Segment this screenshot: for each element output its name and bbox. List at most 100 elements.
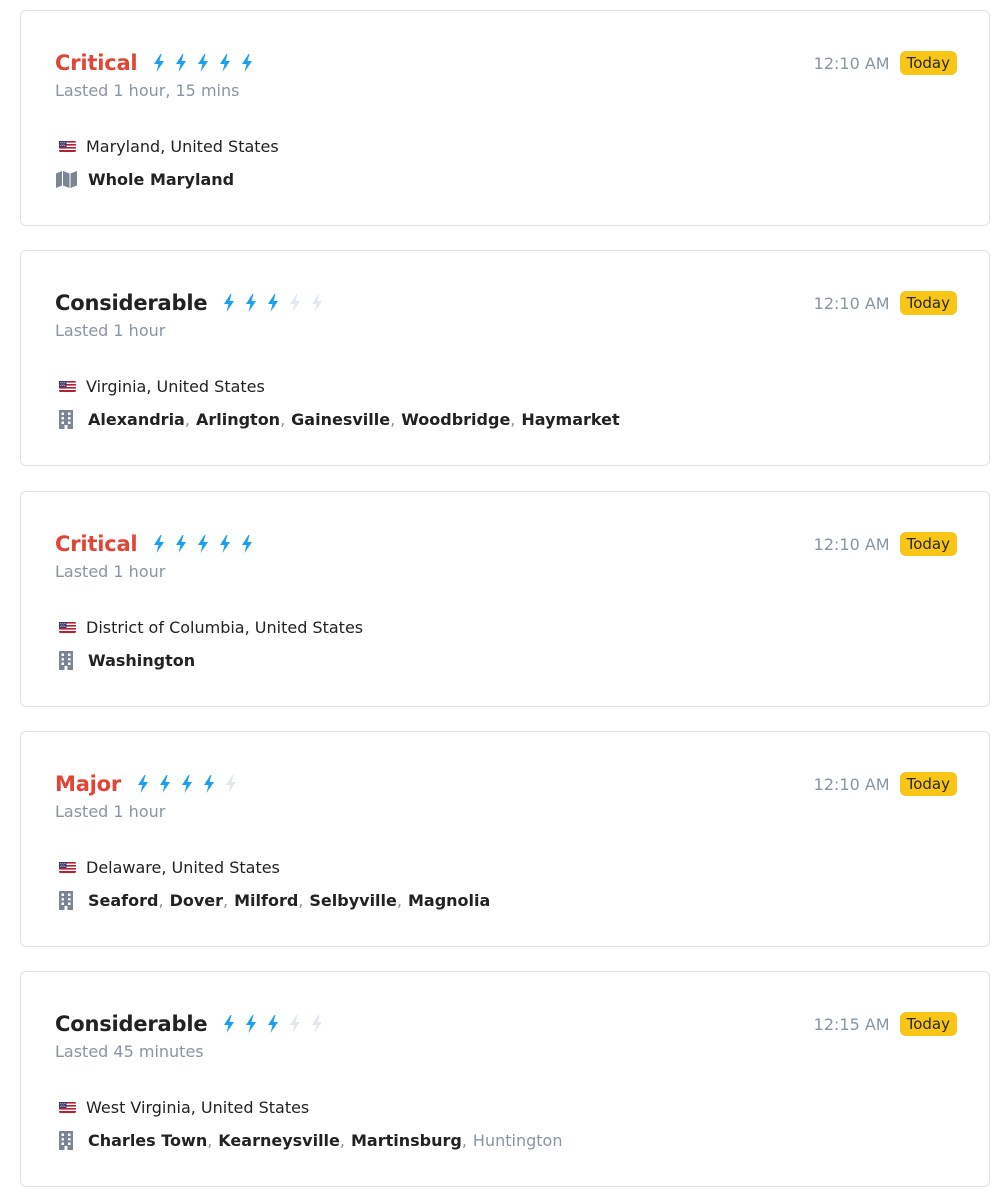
- bolt-filled-icon: [224, 294, 235, 312]
- time-text: 12:10 AM: [813, 534, 890, 554]
- severity-row: Considerable: [55, 288, 333, 318]
- bolt-filled-icon: [138, 775, 149, 793]
- severity-row: Considerable: [55, 1009, 333, 1039]
- region-row: Maryland, United States: [59, 137, 279, 156]
- place-name: Milford: [234, 890, 299, 910]
- place-name: Kearneysville: [218, 1130, 340, 1150]
- today-badge: Today: [899, 1012, 957, 1036]
- alert-card[interactable]: Considerable Lasted 1 hour 12:10 AM Toda…: [20, 250, 990, 466]
- time-row: 12:10 AM Today: [814, 51, 957, 75]
- place-separator: ,: [298, 890, 304, 910]
- place-separator: ,: [339, 1130, 345, 1150]
- bolt-filled-icon: [176, 54, 187, 72]
- places-list: Seaford, Dover, Milford, Selbyville, Magnoli…: [88, 891, 490, 910]
- map-icon: [55, 169, 77, 189]
- place-name: Selbyville: [309, 890, 397, 910]
- alert-card[interactable]: Major Lasted 1 hour 12:10 AM Today Delaw…: [20, 731, 990, 947]
- duration-text: Lasted 45 minutes: [55, 1042, 204, 1061]
- time-row: 12:15 AM Today: [814, 1012, 957, 1036]
- place-name: Huntington: [472, 1130, 563, 1150]
- place-separator: ,: [158, 890, 164, 910]
- building-icon: [55, 890, 77, 910]
- place-name: Seaford: [88, 890, 159, 910]
- time-row: 12:10 AM Today: [814, 532, 957, 556]
- us-flag-icon: [59, 1102, 76, 1113]
- bolt-empty-icon: [312, 294, 323, 312]
- place-name: Washington: [88, 650, 196, 670]
- region-row: Virginia, United States: [59, 377, 265, 396]
- place-separator: ,: [207, 1130, 213, 1150]
- severity-rating: [153, 54, 263, 72]
- place-name: Whole Maryland: [88, 169, 235, 189]
- bolt-filled-icon: [242, 535, 253, 553]
- places-row: Seaford, Dover, Milford, Selbyville, Magnoli…: [55, 890, 490, 910]
- region-text: District of Columbia, United States: [86, 618, 364, 637]
- place-separator: ,: [461, 1130, 467, 1150]
- places-list: Whole Maryland: [88, 170, 234, 189]
- place-separator: ,: [223, 890, 229, 910]
- us-flag-icon: [59, 622, 76, 633]
- place-name: Arlington: [195, 409, 281, 429]
- place-separator: ,: [510, 409, 516, 429]
- today-badge: Today: [899, 51, 957, 75]
- alert-card[interactable]: Considerable Lasted 45 minutes 12:15 AM …: [20, 971, 990, 1187]
- building-icon: [55, 1130, 77, 1150]
- duration-text: Lasted 1 hour: [55, 562, 166, 581]
- severity-rating: [223, 294, 333, 312]
- duration-text: Lasted 1 hour: [55, 802, 166, 821]
- bolt-filled-icon: [220, 54, 231, 72]
- bolt-filled-icon: [176, 535, 187, 553]
- places-row: Washington: [55, 650, 195, 670]
- severity-label: Critical: [55, 532, 138, 556]
- bolt-filled-icon: [268, 294, 279, 312]
- places-row: Whole Maryland: [55, 169, 234, 189]
- place-name: Gainesville: [291, 409, 391, 429]
- place-name: Charles Town: [88, 1130, 208, 1150]
- places-row: Alexandria, Arlington, Gainesville, Woodbri…: [55, 409, 620, 429]
- place-name: Haymarket: [521, 409, 620, 429]
- bolt-filled-icon: [198, 54, 209, 72]
- place-name: Alexandria: [88, 409, 185, 429]
- region-row: West Virginia, United States: [59, 1098, 309, 1117]
- bolt-empty-icon: [226, 775, 237, 793]
- bolt-filled-icon: [160, 775, 171, 793]
- bolt-filled-icon: [154, 535, 165, 553]
- bolt-filled-icon: [224, 1015, 235, 1033]
- region-text: Delaware, United States: [86, 858, 280, 877]
- place-name: Magnolia: [407, 890, 491, 910]
- bolt-filled-icon: [182, 775, 193, 793]
- alert-card[interactable]: Critical Lasted 1 hour, 15 mins 12:10 AM…: [20, 10, 990, 226]
- region-text: Virginia, United States: [86, 377, 265, 396]
- bolt-filled-icon: [246, 294, 257, 312]
- building-icon: [55, 650, 77, 670]
- time-text: 12:15 AM: [813, 1014, 890, 1034]
- alert-card[interactable]: Critical Lasted 1 hour 12:10 AM Today Di…: [20, 491, 990, 707]
- place-name: Dover: [169, 890, 224, 910]
- places-list: Washington: [88, 651, 195, 670]
- bolt-filled-icon: [242, 54, 253, 72]
- bolt-filled-icon: [268, 1015, 279, 1033]
- duration-text: Lasted 1 hour: [55, 321, 166, 340]
- place-name: Martinsburg: [350, 1130, 462, 1150]
- region-row: District of Columbia, United States: [59, 618, 363, 637]
- severity-label: Critical: [55, 51, 138, 75]
- severity-rating: [223, 1015, 333, 1033]
- place-name: Woodbridge: [401, 409, 511, 429]
- severity-rating: [137, 775, 247, 793]
- places-list: Charles Town, Kearneysville, Martinsburg, H…: [88, 1131, 562, 1150]
- duration-text: Lasted 1 hour, 15 mins: [55, 81, 240, 100]
- bolt-filled-icon: [246, 1015, 257, 1033]
- us-flag-icon: [59, 862, 76, 873]
- bolt-filled-icon: [220, 535, 231, 553]
- region-row: Delaware, United States: [59, 858, 280, 877]
- time-row: 12:10 AM Today: [814, 772, 957, 796]
- bolt-empty-icon: [290, 294, 301, 312]
- bolt-empty-icon: [290, 1015, 301, 1033]
- time-row: 12:10 AM Today: [814, 291, 957, 315]
- severity-row: Critical: [55, 529, 263, 559]
- building-icon: [55, 409, 77, 429]
- today-badge: Today: [899, 532, 957, 556]
- us-flag-icon: [59, 381, 76, 392]
- time-text: 12:10 AM: [813, 774, 890, 794]
- severity-label: Considerable: [55, 291, 208, 315]
